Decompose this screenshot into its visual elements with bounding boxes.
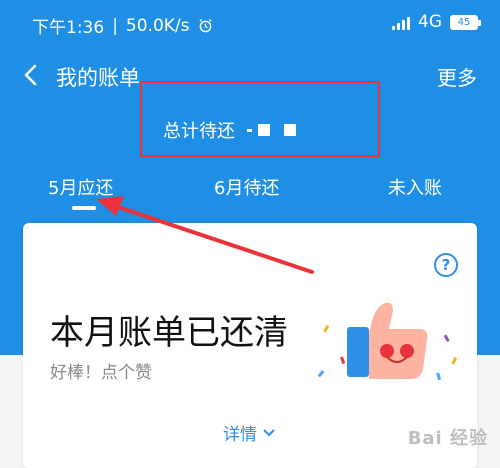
bill-status-subtitle: 好棒！点个赞 (50, 363, 152, 383)
chevron-down-icon (263, 428, 275, 436)
details-label: 详情 (223, 425, 257, 445)
tab-may-due[interactable]: 5月应还 (48, 174, 113, 200)
network-type: 4G (418, 12, 442, 32)
masked-amount (247, 124, 296, 136)
thumbs-up-illustration (317, 302, 458, 381)
tab-june-pending[interactable]: 6月待还 (214, 174, 279, 200)
watermark: Bai 经验 (407, 428, 488, 449)
signal-icon (392, 14, 410, 30)
page-title: 我的账单 (56, 66, 140, 90)
status-bar: 下午1:36 | 50.0K/s 4G 45 (0, 0, 500, 46)
tab-unposted[interactable]: 未入账 (388, 174, 442, 200)
battery-icon: 45 (450, 14, 481, 30)
more-button[interactable]: 更多 (437, 62, 477, 91)
status-time: 下午1:36 (32, 18, 105, 38)
status-speed: 50.0K/s (125, 15, 190, 36)
active-tab-indicator (72, 206, 96, 210)
help-icon[interactable]: ? (434, 253, 458, 277)
total-due-label: 总计待还 (163, 121, 235, 142)
back-arrow-icon[interactable] (20, 62, 42, 88)
status-separator: | (112, 15, 118, 36)
alarm-icon (198, 18, 212, 33)
details-link[interactable]: 详情 (223, 420, 275, 445)
status-right: 4G 45 (392, 12, 481, 32)
total-due-summary: 总计待还 (163, 117, 296, 143)
bill-status-title: 本月账单已还清 (50, 313, 288, 353)
status-left: 下午1:36 | 50.0K/s (32, 13, 213, 38)
